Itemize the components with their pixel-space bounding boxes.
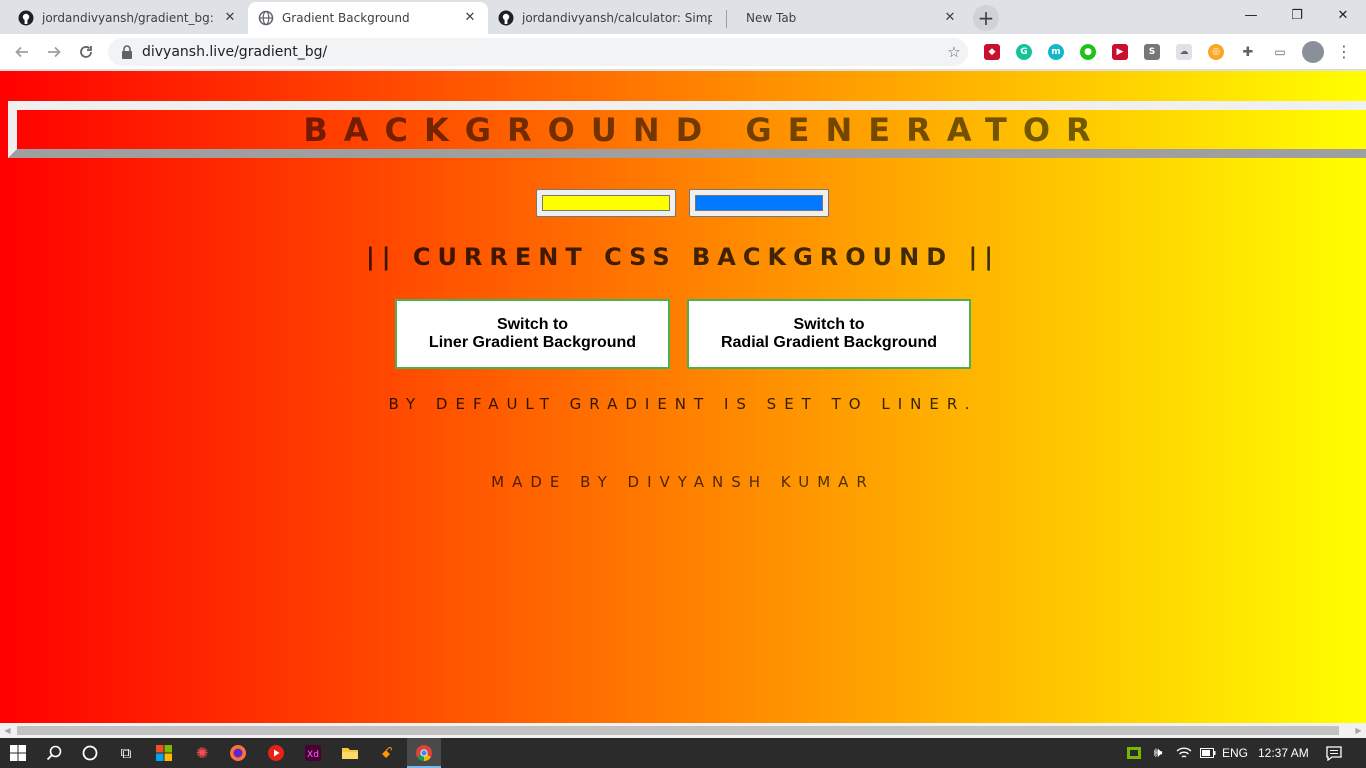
file-explorer-icon[interactable] [338,741,362,765]
task-view-icon[interactable]: ⧉ [114,741,138,765]
notifications-icon[interactable] [1322,741,1346,765]
radial-gradient-button[interactable]: Switch to Radial Gradient Background [687,299,971,369]
scroll-left-icon[interactable]: ◀ [0,723,15,738]
arrow-right-icon [48,46,61,58]
maximize-button[interactable]: ❐ [1274,0,1320,30]
button-line-1: Switch to [496,316,569,333]
color1-swatch [542,195,670,211]
tab-strip: jordandivyansh/gradient_bg: Gra ✕ Gradie… [0,0,1366,34]
tab-gradient-bg-repo[interactable]: jordandivyansh/gradient_bg: Gra ✕ [8,2,248,34]
close-window-button[interactable]: ✕ [1320,0,1366,30]
close-tab-icon[interactable]: ✕ [222,10,238,26]
chrome-icon[interactable] [412,741,436,765]
adobe-xd-icon[interactable]: Xd [301,741,325,765]
author-credit: MADE BY DIVYANSH KUMAR [491,473,875,491]
cortana-icon[interactable] [78,741,102,765]
bookmark-star-icon[interactable]: ☆ [940,43,968,61]
spider-app-icon[interactable]: ✺ [190,741,214,765]
s-extension-icon[interactable]: S [1144,44,1160,60]
new-tab-button[interactable]: + [973,5,999,31]
banner: BACKGROUND GENERATOR [8,101,1366,158]
profile-avatar[interactable] [1302,41,1324,63]
github-icon [18,10,34,26]
mcafee-extension-icon[interactable]: ◆ [984,44,1000,60]
globe-icon [258,10,274,26]
windows-taskbar: ⧉ ✺ Xd ꗃ 🕪 ENG 12:37 AM [0,738,1366,768]
github-icon [498,10,514,26]
video-speed-extension-icon[interactable]: ▶ [1112,44,1128,60]
grammarly-extension-icon[interactable]: G [1016,44,1032,60]
color2-swatch [695,195,823,211]
address-bar[interactable]: divyansh.live/gradient_bg/ ☆ [108,38,968,66]
tab-title: jordandivyansh/gradient_bg: Gra [42,11,216,25]
color2-input[interactable] [689,189,829,217]
battery-icon[interactable] [1196,741,1220,765]
cast-icon[interactable]: ▭ [1272,44,1288,60]
scroll-right-icon[interactable]: ▶ [1351,723,1366,738]
reload-icon [80,46,92,58]
green-extension-icon[interactable]: ● [1080,44,1096,60]
arrow-left-icon [15,46,28,58]
color1-input[interactable] [536,189,676,217]
wifi-icon[interactable] [1172,741,1196,765]
horizontal-scrollbar[interactable]: ◀ ▶ [0,723,1366,738]
cloud-extension-icon[interactable]: ☁ [1176,44,1192,60]
tab-new-tab[interactable]: New Tab ✕ [728,2,968,34]
sublime-text-icon[interactable]: ꗃ [375,741,399,765]
browser-menu-icon[interactable]: ⋮ [1334,41,1354,63]
button-line-1: Switch to [793,316,865,333]
browser-toolbar: divyansh.live/gradient_bg/ ☆ ◆ G m ● ▶ S… [0,34,1366,70]
tab-separator [726,10,727,28]
search-icon[interactable] [42,741,66,765]
url-text[interactable]: divyansh.live/gradient_bg/ [142,44,940,60]
taskbar-clock[interactable]: 12:37 AM [1258,746,1309,760]
button-line-2: Radial Gradient Background [720,334,938,351]
puzzle-extensions-icon[interactable]: ✚ [1240,44,1256,60]
tab-title: New Tab [746,11,797,25]
reload-button[interactable] [72,38,100,66]
nvidia-tray-icon[interactable] [1122,741,1146,765]
scrollbar-thumb[interactable] [17,726,1339,735]
chrome-colors-extension-icon[interactable]: ◎ [1208,44,1224,60]
back-button[interactable] [8,38,36,66]
m-extension-icon[interactable]: m [1048,44,1064,60]
office-app-icon[interactable] [152,741,176,765]
tab-gradient-background[interactable]: Gradient Background ✕ [248,2,488,34]
tab-title: jordandivyansh/calculator: Simpe [522,11,712,25]
volume-icon[interactable]: 🕪 [1146,741,1170,765]
youtube-music-icon[interactable] [264,741,288,765]
close-tab-icon[interactable]: ✕ [942,10,958,26]
firefox-icon[interactable] [226,741,250,765]
tab-title: Gradient Background [282,11,410,25]
page-title: BACKGROUND GENERATOR [303,110,1107,149]
default-gradient-note: BY DEFAULT GRADIENT IS SET TO LINER. [388,395,978,413]
lock-icon[interactable] [120,45,134,59]
close-tab-icon[interactable]: ✕ [462,10,478,26]
button-line-2: Liner Gradient Background [428,334,637,351]
forward-button[interactable] [40,38,68,66]
current-css-heading: || CURRENT CSS BACKGROUND || [365,243,1001,271]
page-viewport: BACKGROUND GENERATOR || CURRENT CSS BACK… [0,71,1366,723]
tab-calculator-repo[interactable]: jordandivyansh/calculator: Simpe [488,2,728,34]
minimize-button[interactable]: — [1228,0,1274,30]
svg-text:Xd: Xd [307,750,319,760]
linear-gradient-button[interactable]: Switch to Liner Gradient Background [395,299,670,369]
language-indicator[interactable]: ENG [1222,746,1248,760]
windows-start-icon[interactable] [6,741,30,765]
